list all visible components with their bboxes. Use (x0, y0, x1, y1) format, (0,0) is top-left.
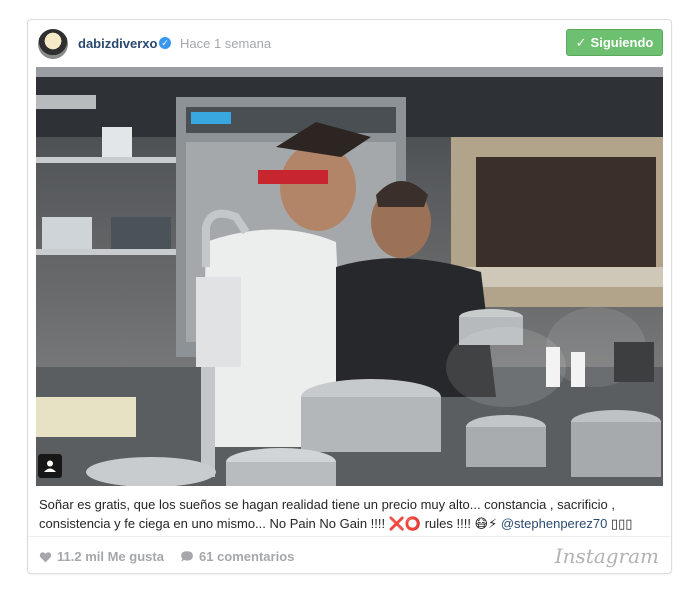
username-link[interactable]: dabizdiverxo (78, 36, 157, 51)
post-caption: Soñar es gratis, que los sueños se hagan… (39, 495, 659, 533)
comments-count[interactable]: 61 comentarios (180, 549, 294, 564)
following-button[interactable]: ✓ Siguiendo (566, 29, 663, 56)
verified-badge-icon: ✓ (159, 37, 171, 49)
comments-label: 61 comentarios (199, 549, 295, 564)
post-timestamp[interactable]: Hace 1 semana (180, 36, 271, 51)
heart-icon (39, 551, 52, 562)
likes-count[interactable]: 11.2 mil Me gusta (39, 549, 164, 564)
post-header: dabizdiverxo ✓ Hace 1 semana ✓ Siguiendo (28, 20, 671, 67)
tagged-users-icon[interactable] (38, 454, 62, 478)
comment-bubble-icon (181, 551, 193, 562)
kitchen-scene-image (36, 67, 663, 486)
checkmark-icon: ✓ (575, 34, 587, 50)
post-photo[interactable] (36, 67, 663, 486)
caption-trailing-symbols: ▯▯▯ (607, 516, 633, 531)
post-footer: 11.2 mil Me gusta 61 comentarios Instagr… (28, 536, 671, 574)
instagram-post-card: dabizdiverxo ✓ Hace 1 semana ✓ Siguiendo (27, 19, 672, 574)
likes-label: 11.2 mil Me gusta (57, 549, 164, 564)
following-button-label: Siguiendo (590, 35, 654, 50)
instagram-logo[interactable]: Instagram (555, 544, 659, 568)
user-avatar[interactable] (38, 29, 68, 59)
caption-mention-link[interactable]: @stephenperez70 (501, 516, 607, 531)
